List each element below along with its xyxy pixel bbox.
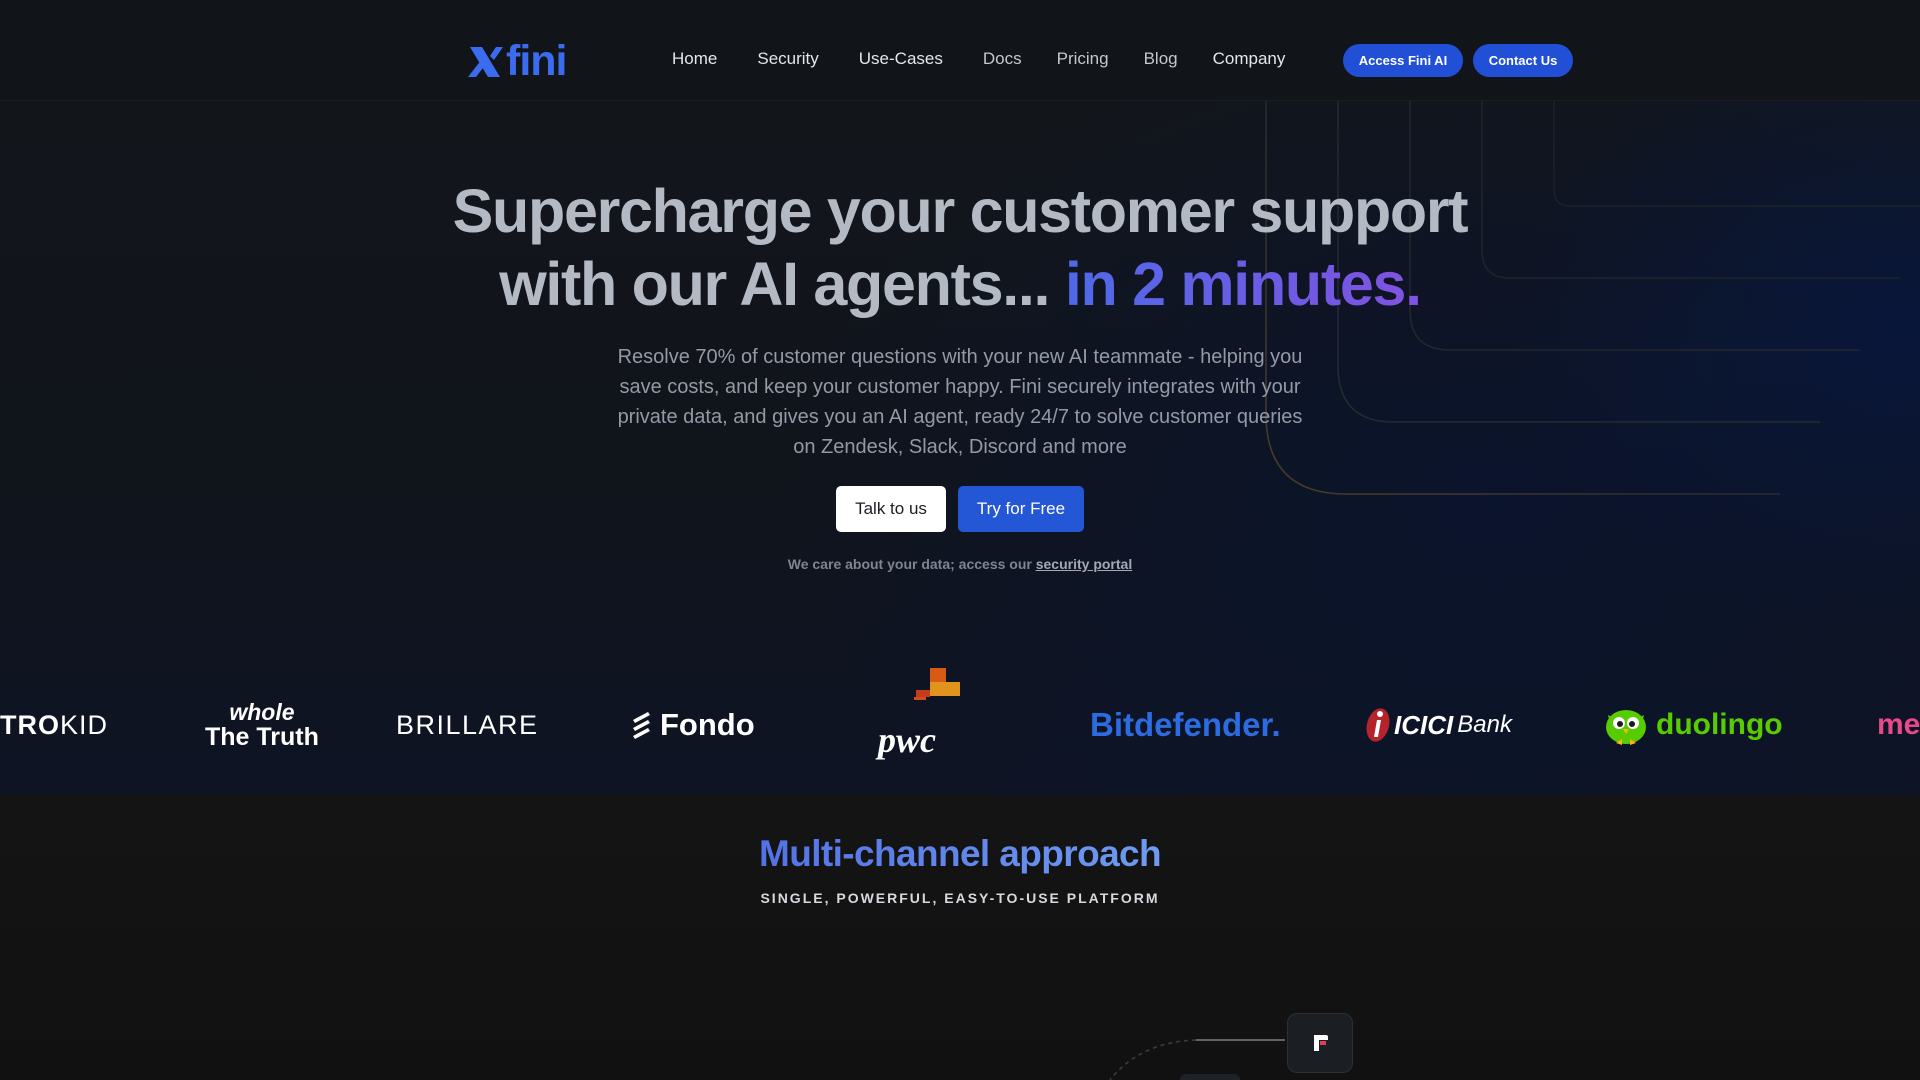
the-truth-text: The Truth [205, 723, 319, 751]
whole-text: whole [229, 699, 295, 725]
partial-logo-text: me [1877, 708, 1920, 741]
logo-partial-me: me [1877, 660, 1920, 790]
fondo-stripes-icon [633, 712, 650, 739]
hero-description: Resolve 70% of customer questions with y… [617, 346, 1303, 458]
nav-blog[interactable]: Blog [1144, 47, 1178, 71]
channel-node [1287, 1013, 1353, 1073]
nav-pricing[interactable]: Pricing [1057, 47, 1109, 71]
contact-us-button[interactable]: Contact Us [1473, 44, 1573, 77]
data-privacy-note: We care about your data; access our secu… [0, 556, 1920, 572]
logo-brillare: BRILLARE [396, 660, 539, 790]
nav-docs[interactable]: Docs [983, 47, 1022, 71]
icici-bold-text: ICICI [1394, 709, 1454, 740]
try-for-free-button[interactable]: Try for Free [958, 486, 1084, 532]
nav-security[interactable]: Security [757, 47, 818, 71]
access-fini-ai-button[interactable]: Access Fini AI [1343, 44, 1463, 77]
trokid-bold-text: TRO [0, 709, 60, 740]
logo-fondo: Fondo [628, 660, 755, 790]
headline-accent: in 2 minutes. [1064, 250, 1422, 318]
nav-use-cases[interactable]: Use-Cases [859, 47, 943, 71]
duolingo-owl-icon [1606, 710, 1646, 745]
icici-i-icon [1366, 708, 1390, 742]
channel-f-icon [1314, 1035, 1328, 1051]
talk-to-us-button[interactable]: Talk to us [836, 486, 946, 532]
trokid-light-text: KID [60, 709, 109, 740]
customer-logo-strip: TRO KID whole The Truth BRILLARE Fondo pw… [0, 660, 1920, 790]
brillare-text: BRILLARE [396, 709, 539, 740]
hero-headline: Supercharge your customer support with o… [0, 175, 1920, 321]
logo-pwc: pwc [878, 660, 960, 790]
bitdefender-text: Bitdefender. [1090, 706, 1281, 743]
icici-light-text: Bank [1457, 711, 1512, 738]
nav-home[interactable]: Home [672, 47, 717, 71]
logo-wordmark: fini [506, 37, 567, 85]
headline-line-2: with our AI agents... [499, 250, 1050, 318]
logo-bitdefender: Bitdefender. [1090, 660, 1281, 790]
duolingo-text: duolingo [1656, 708, 1783, 741]
nav-links: Home Security Use-Cases Docs Pricing Blo… [672, 47, 1285, 71]
pwc-blocks-icon [914, 668, 960, 700]
logo-icici-bank: ICICI Bank [1364, 660, 1512, 790]
fondo-text: Fondo [660, 707, 755, 742]
headline-line-1: Supercharge your customer support [452, 177, 1469, 245]
top-navigation: fini Home Security Use-Cases Docs Pricin… [0, 0, 1920, 101]
section-subtitle: SINGLE, POWERFUL, EASY-TO-USE PLATFORM [760, 890, 1160, 906]
data-note-text: We care about your data; access our [787, 556, 1032, 572]
section-title: Multi-channel approach [0, 829, 1920, 879]
fini-x-icon [468, 46, 503, 77]
nav-company[interactable]: Company [1213, 47, 1286, 71]
fini-logo[interactable]: fini [466, 37, 567, 85]
channel-connector-lines [1109, 1039, 1285, 1080]
logo-trokid: TRO KID [0, 660, 108, 790]
logo-whole-truth: whole The Truth [205, 660, 319, 790]
logo-duolingo: duolingo [1602, 660, 1783, 790]
section-title-text: Multi-channel approach [758, 833, 1162, 874]
partial-node-edge [1180, 1074, 1240, 1080]
security-portal-link[interactable]: security portal [1036, 556, 1132, 572]
